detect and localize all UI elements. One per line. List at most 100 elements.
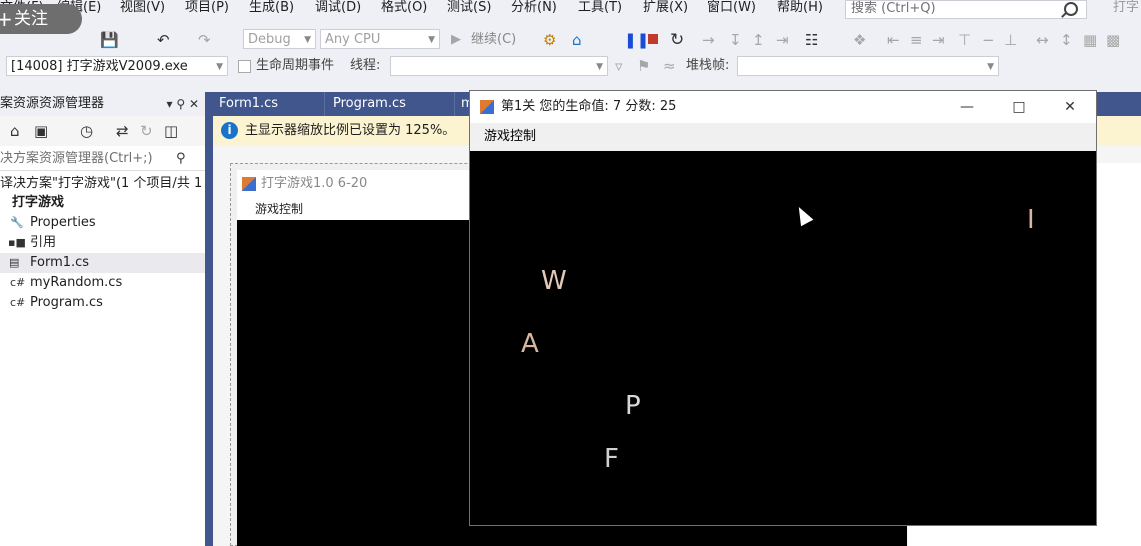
search-placeholder: 搜索 (Ctrl+Q) xyxy=(851,1,936,16)
continue-button[interactable]: 继续(C) xyxy=(471,28,516,52)
search-input[interactable]: 搜索 (Ctrl+Q) xyxy=(845,0,1087,19)
stop-icon[interactable] xyxy=(648,34,658,44)
grid-icon[interactable]: ▩ xyxy=(1106,26,1120,54)
tree-item-myrandom[interactable]: c# myRandom.cs xyxy=(0,273,205,293)
align-right-icon[interactable]: ⇥ xyxy=(932,26,945,54)
stackframe-label: 堆栈帧: xyxy=(686,58,730,73)
project-label: 打字游戏 xyxy=(12,195,65,210)
solution-node[interactable]: 译决方案"打字游戏"(1 个项目/共 1 个 xyxy=(0,174,219,194)
tab-program[interactable]: Program.cs xyxy=(327,92,455,116)
chevron-down-icon: ▼ xyxy=(987,62,994,72)
solution-search-input[interactable]: 决方案资源管理器(Ctrl+;) ⚲ xyxy=(0,148,205,171)
menu-debug[interactable]: 调试(D) xyxy=(315,0,361,16)
panel-splitter[interactable] xyxy=(205,92,213,546)
tree-item-label: 引用 xyxy=(30,235,57,250)
stackframe-select[interactable]: ▼ xyxy=(737,56,999,76)
tab-form1[interactable]: Form1.cs xyxy=(213,92,325,116)
menu-analyze[interactable]: 分析(N) xyxy=(511,0,557,16)
refresh-icon[interactable]: ↻ xyxy=(140,117,153,145)
maximize-icon[interactable]: □ xyxy=(994,91,1044,123)
align-icon[interactable]: ❖ xyxy=(853,26,866,54)
tree-item-form1[interactable]: ▤ Form1.cs xyxy=(0,253,205,273)
csharp-file-icon: c# xyxy=(10,296,26,309)
mouse-cursor-icon xyxy=(792,203,814,227)
pin-icon[interactable]: ▾ ⚲ ✕ xyxy=(167,92,200,116)
menu-format[interactable]: 格式(O) xyxy=(381,0,427,16)
solution-search-placeholder: 决方案资源管理器(Ctrl+;) xyxy=(0,151,153,166)
home-icon[interactable]: ⌂ xyxy=(572,26,582,54)
design-form-title: 打字游戏1.0 6-20 xyxy=(261,176,368,191)
lifecycle-checkbox[interactable] xyxy=(238,60,251,73)
home-icon[interactable]: ⌂ xyxy=(10,117,20,145)
tree-item-properties[interactable]: 🔧 Properties xyxy=(0,213,205,233)
game-menu-game-control[interactable]: 游戏控制 xyxy=(484,123,536,151)
make-same-height-icon[interactable]: ↕ xyxy=(1060,26,1073,54)
chevron-down-icon: ▼ xyxy=(428,35,435,45)
step-out-icon[interactable]: ↥ xyxy=(752,26,765,54)
format-icon[interactable]: ☷ xyxy=(805,26,818,54)
search-icon: ⚲ xyxy=(176,151,186,166)
align-left-icon[interactable]: ⇤ xyxy=(887,26,900,54)
search-icon xyxy=(1064,2,1078,16)
align-bottom-icon[interactable]: ⊥ xyxy=(1004,26,1017,54)
undo-icon[interactable]: ↶ xyxy=(157,26,170,54)
form-icon: ▤ xyxy=(9,256,20,269)
flag-icon[interactable]: ⚑ xyxy=(637,52,650,80)
tree-item-references[interactable]: ▪■ 引用 xyxy=(0,233,205,253)
restart-icon[interactable]: ↻ xyxy=(670,26,684,54)
tree-item-label: Properties xyxy=(30,215,96,230)
close-icon[interactable]: ✕ xyxy=(1045,91,1095,123)
minimize-icon[interactable]: — xyxy=(942,91,992,123)
chevron-down-icon: ▼ xyxy=(304,35,311,45)
menu-tools[interactable]: 工具(T) xyxy=(578,0,622,16)
game-menu-bar: 游戏控制 xyxy=(470,123,1096,151)
filter-icon[interactable]: ▿ xyxy=(615,52,623,80)
tree-item-program[interactable]: c# Program.cs xyxy=(0,293,205,313)
align-middle-icon[interactable]: − xyxy=(982,26,995,54)
menu-extensions[interactable]: 扩展(X) xyxy=(643,0,688,16)
process-value: [14008] 打字游戏V2009.exe xyxy=(11,59,188,74)
project-node[interactable]: 打字游戏 xyxy=(0,193,205,213)
tree-item-label: Form1.cs xyxy=(30,255,90,270)
thread-select[interactable]: ▼ xyxy=(390,56,608,76)
make-same-width-icon[interactable]: ↔ xyxy=(1036,26,1049,54)
switch-views-icon[interactable]: ▣ xyxy=(34,117,48,145)
debug-location-toolbar: [14008] 打字游戏V2009.exe ▼ 生命周期事件 线程: ▼ ▿ ⚑… xyxy=(0,54,1141,80)
sync-icon[interactable]: ⇄ xyxy=(116,117,129,145)
config-select[interactable]: Debug ▼ xyxy=(243,29,316,49)
thread-label: 线程: xyxy=(350,58,381,73)
collapse-all-icon[interactable]: ◫ xyxy=(164,117,178,145)
game-canvas[interactable]: W A P F I xyxy=(470,151,1096,525)
design-menu-game-control[interactable]: 游戏控制 xyxy=(255,198,303,220)
process-select[interactable]: [14008] 打字游戏V2009.exe ▼ xyxy=(6,56,228,76)
menu-project[interactable]: 项目(P) xyxy=(185,0,229,16)
chevron-down-icon: ▼ xyxy=(596,62,603,72)
align-top-icon[interactable]: ⊤ xyxy=(958,26,971,54)
game-window: 第1关 您的生命值: 7 分数: 25 — □ ✕ 游戏控制 W A P F I xyxy=(469,90,1097,526)
platform-select[interactable]: Any CPU ▼ xyxy=(320,29,440,49)
menu-build[interactable]: 生成(B) xyxy=(249,0,294,16)
menu-window[interactable]: 窗口(W) xyxy=(707,0,756,16)
find-icon[interactable]: ⚙ xyxy=(543,26,556,54)
save-icon[interactable]: 💾 xyxy=(100,26,119,54)
align-center-icon[interactable]: ≡ xyxy=(910,26,923,54)
menu-test[interactable]: 测试(S) xyxy=(447,0,491,16)
play-icon[interactable]: ▶ xyxy=(451,26,461,54)
history-icon[interactable]: ◷ xyxy=(80,117,93,145)
chevron-down-icon: ▼ xyxy=(216,62,223,72)
threads-icon[interactable]: ≈ xyxy=(663,52,676,80)
lifecycle-events-dropdown[interactable]: 生命周期事件 xyxy=(256,54,334,78)
window-title-fragment: 打字 xyxy=(1113,0,1140,15)
menu-help[interactable]: 帮助(H) xyxy=(777,0,823,16)
solution-explorer: 案资源资源管理器 ▾ ⚲ ✕ ⌂ ▣ ◷ ⇄ ↻ ◫ 决方案资源管理器(Ctrl… xyxy=(0,92,219,546)
pause-icon[interactable]: ❚❚ xyxy=(624,26,649,54)
panel-title: 案资源资源管理器 xyxy=(0,96,105,111)
app-icon xyxy=(242,177,256,191)
step-into-icon[interactable]: ↧ xyxy=(729,26,742,54)
step-over-icon[interactable]: → xyxy=(702,26,715,54)
menu-view[interactable]: 视图(V) xyxy=(120,0,165,16)
show-next-icon[interactable]: ⇥ xyxy=(776,26,789,54)
redo-icon[interactable]: ↷ xyxy=(198,26,211,54)
tree-item-label: Program.cs xyxy=(30,295,103,310)
size-to-grid-icon[interactable]: ▦ xyxy=(1083,26,1097,54)
